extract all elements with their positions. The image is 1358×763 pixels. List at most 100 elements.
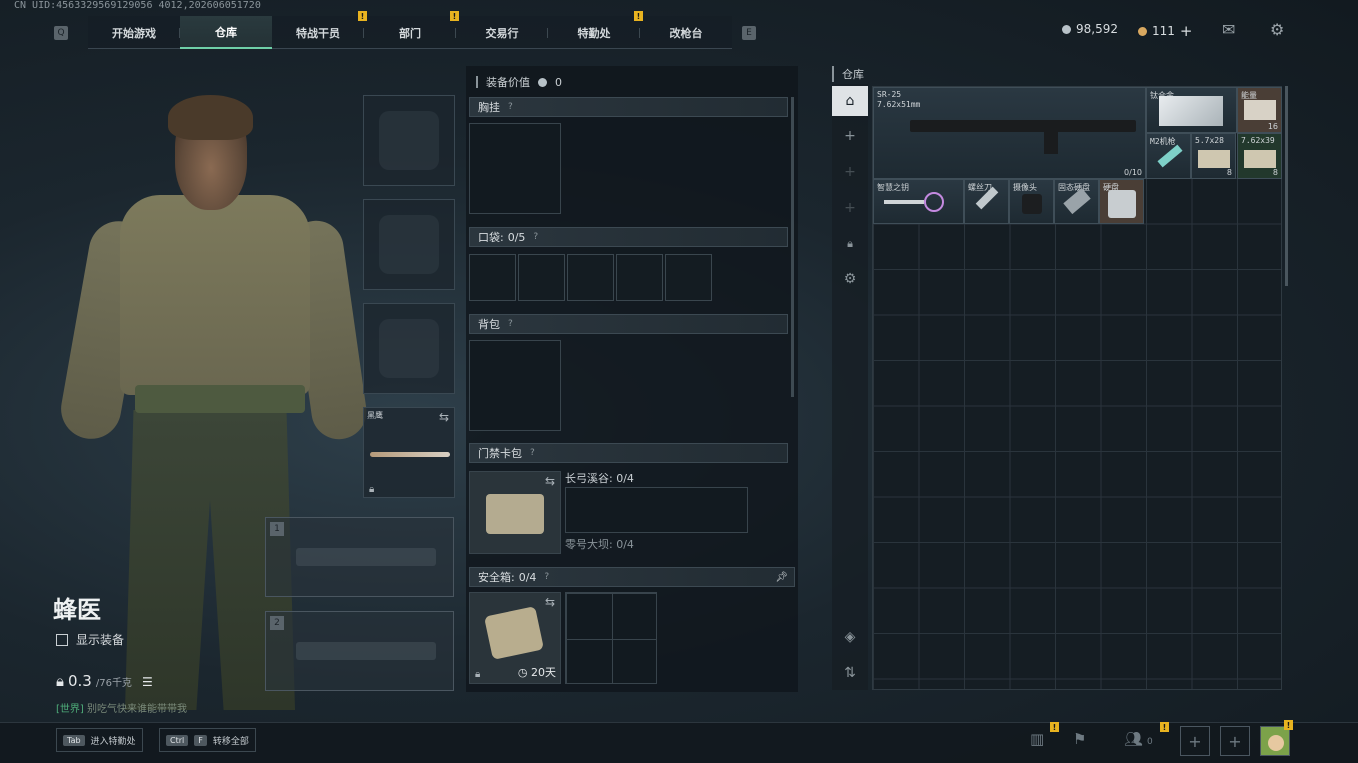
secondary-weapon-slot[interactable]: 2	[265, 611, 454, 691]
prev-tab-key[interactable]: Q	[54, 25, 68, 40]
loadout-scrollbar[interactable]	[791, 97, 794, 397]
warehouse-tab-add[interactable]: +	[832, 121, 868, 151]
item-screwdriver[interactable]: 螺丝刀	[964, 179, 1009, 224]
warehouse-tab-add[interactable]: +	[832, 193, 868, 223]
tab-warehouse[interactable]: 仓库	[180, 16, 272, 49]
chest-rig-slot[interactable]	[469, 123, 561, 214]
ammo-box-icon	[1244, 150, 1276, 168]
primary-weapon-slot[interactable]: 1	[265, 517, 454, 597]
keycard-bag-item[interactable]: ⇆	[469, 471, 561, 554]
tab-gunsmith[interactable]: 改枪台	[640, 16, 732, 49]
keycard-long-valley-slots[interactable]	[565, 487, 748, 533]
item-wisdom-key[interactable]: 智慧之钥	[873, 179, 964, 224]
armor-slot[interactable]	[363, 199, 455, 290]
section-title: 安全箱:	[478, 571, 515, 584]
help-icon[interactable]: ?	[533, 232, 538, 242]
enter-special-service-hint[interactable]: Tab 进入特勤处	[56, 728, 143, 752]
knife-icon	[370, 452, 450, 457]
hint-label: 转移全部	[212, 736, 249, 747]
tab-special-service[interactable]: ! 特勤处	[548, 11, 643, 49]
item-ammo-57[interactable]: 5.7x28 8	[1191, 133, 1236, 179]
key-f: F	[194, 734, 207, 746]
chat-line[interactable]: [世界] 别吃气快来谁能带带我	[56, 700, 187, 715]
tab-department[interactable]: ! 部门	[364, 11, 459, 49]
safe-box-item[interactable]: ⇆ 🔒︎ ◷ 20天	[469, 592, 561, 684]
pocket-slot[interactable]	[518, 254, 565, 301]
warehouse-scrollbar[interactable]	[1285, 86, 1288, 286]
safe-box-grid[interactable]	[565, 592, 657, 684]
keycard-case-icon	[486, 494, 544, 534]
tab-market[interactable]: 交易行	[456, 16, 548, 49]
section-title: 背包	[478, 318, 500, 331]
keycard-zero-dam: 零号大坝: 0/4	[565, 538, 634, 551]
item-m2[interactable]: M2机枪	[1146, 133, 1191, 179]
pin-icon[interactable]: 📌︎	[775, 572, 788, 583]
avatar[interactable]	[1260, 726, 1290, 756]
alert-badge: !	[1050, 722, 1059, 732]
gold-currency[interactable]: 111 +	[1138, 22, 1192, 40]
item-titanium[interactable]: 钛合金	[1146, 87, 1237, 133]
swap-icon[interactable]: ⇆	[545, 474, 555, 488]
pocket-slot[interactable]	[665, 254, 712, 301]
gold-amount: 111	[1152, 24, 1175, 38]
silver-coin-icon	[1062, 24, 1071, 34]
warehouse-title: 仓库	[832, 66, 864, 82]
pocket-slot[interactable]	[567, 254, 614, 301]
equipment-value-amount: 0	[555, 75, 562, 89]
safe-box-header: 安全箱: 0/4? 📌︎	[469, 567, 795, 587]
help-icon[interactable]: ?	[508, 319, 513, 329]
helmet-slot[interactable]	[363, 95, 455, 186]
show-equipment-toggle[interactable]: 显示装备	[56, 631, 124, 648]
item-sr25[interactable]: SR-25 7.62x51mm 0/10	[873, 87, 1146, 179]
show-equipment-label: 显示装备	[76, 633, 125, 647]
warehouse-tab-add[interactable]: +	[832, 157, 868, 187]
character-belt	[135, 385, 305, 413]
item-count: 8	[1226, 168, 1232, 177]
pocket-slot[interactable]	[616, 254, 663, 301]
help-icon[interactable]: ?	[508, 102, 513, 112]
character-torso	[120, 195, 310, 395]
backpack-slot[interactable]	[469, 340, 561, 431]
swap-icon[interactable]: ⇆	[545, 595, 555, 609]
pocket-slot[interactable]	[469, 254, 516, 301]
flag-icon[interactable]: ⚑	[1073, 730, 1086, 748]
warehouse-tab-settings[interactable]: ⚙	[832, 264, 868, 294]
avatar-face	[1268, 735, 1284, 751]
loadout-panel: 装备价值 0 胸挂? 口袋: 0/5? 背包? 门禁卡包? ⇆ 长弓溪谷: 0/4…	[466, 66, 798, 692]
keycard-bag-header: 门禁卡包?	[469, 443, 788, 463]
safe-box-icon	[483, 606, 545, 660]
swap-icon[interactable]: ⇆	[439, 410, 449, 424]
item-count: 16	[1267, 122, 1278, 131]
list-icon[interactable]: ☰	[142, 675, 153, 689]
item-ammo-762[interactable]: 7.62x39 8	[1237, 133, 1282, 179]
item-camera[interactable]: 摄像头	[1009, 179, 1054, 224]
next-tab-key[interactable]: E	[742, 25, 756, 40]
pistol-slot[interactable]	[363, 303, 455, 394]
help-icon[interactable]: ?	[530, 448, 535, 458]
item-hdd[interactable]: 硬盘	[1099, 179, 1144, 224]
checkbox[interactable]	[56, 633, 68, 646]
section-title: 胸挂	[478, 101, 500, 114]
stats-icon[interactable]: ▥	[1030, 730, 1044, 748]
warehouse-grid[interactable]: SR-25 7.62x51mm 0/10 钛合金 能量 16 M2机枪 5.7x…	[872, 86, 1282, 690]
tab-operators[interactable]: ! 特战干员	[272, 11, 367, 49]
help-icon[interactable]: ?	[544, 572, 549, 582]
add-teammate-button[interactable]: +	[1180, 726, 1210, 756]
gear-icon[interactable]: ⚙	[1270, 20, 1284, 39]
warehouse-tab-locked[interactable]: 🔒︎	[832, 229, 868, 259]
item-ssd[interactable]: 固态硬盘	[1054, 179, 1099, 224]
transfer-all-hint[interactable]: Ctrl F 转移全部	[159, 728, 256, 752]
add-teammate-button[interactable]: +	[1220, 726, 1250, 756]
item-name: 摄像头	[1013, 183, 1037, 192]
ammo-box-icon	[1198, 150, 1230, 168]
tab-start-game[interactable]: 开始游戏	[88, 16, 180, 49]
melee-slot[interactable]: 黑鹰 ⇆ 🔒︎	[363, 407, 455, 498]
tab-label: 部门	[399, 26, 421, 40]
item-energy[interactable]: 能量 16	[1237, 87, 1282, 133]
sort-button[interactable]: ⇅	[832, 658, 868, 688]
warehouse-tab-main[interactable]: ⌂	[832, 86, 868, 116]
layers-button[interactable]: ◈	[832, 622, 868, 652]
friends-icon[interactable]: 👥︎	[1124, 730, 1143, 748]
add-gold-button[interactable]: +	[1180, 22, 1193, 40]
mail-icon[interactable]: ✉	[1222, 20, 1235, 39]
